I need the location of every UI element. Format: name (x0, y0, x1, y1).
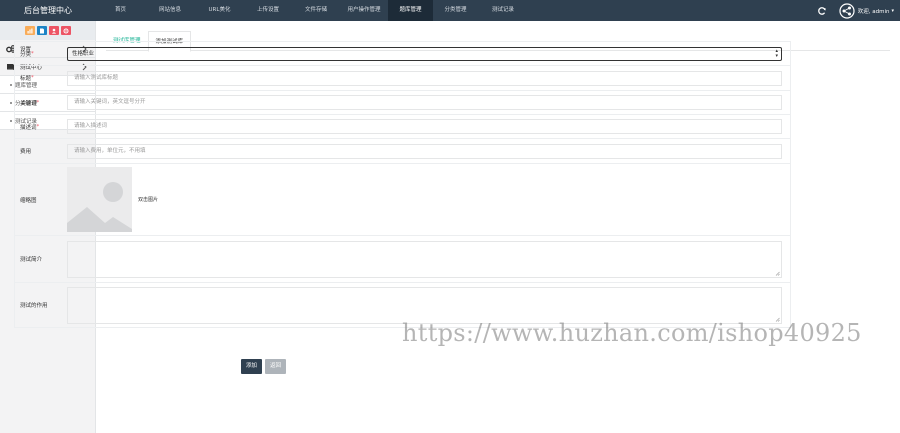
watermark-text: https://www.huzhan.com/ishop40925 (402, 319, 862, 347)
title-field: 请输入测试库标题 (67, 66, 790, 90)
intro-field (67, 236, 790, 282)
purpose-textarea[interactable] (67, 286, 782, 324)
description-field: 请输入描述词 (67, 115, 790, 138)
nav-item-file-storage[interactable]: 文件存储 (292, 0, 340, 21)
category-field: 性格职业 ▴ ▾ (67, 42, 790, 65)
keywords-label-text: 关键词 (20, 100, 37, 107)
bullet-icon (10, 83, 12, 86)
form-row-thumbnail: 缩略图 双击图片 (14, 164, 791, 236)
image-placeholder-icon (67, 167, 132, 232)
bullet-icon (10, 119, 12, 122)
quick-button-user[interactable] (48, 26, 59, 35)
nav-item-question-bank[interactable]: 题库管理 (388, 0, 433, 21)
category-label: 分类 * (15, 42, 67, 65)
user-area: 欢迎, admin ▾ (817, 0, 894, 21)
thumbnail-label: 缩略图 (20, 197, 37, 204)
thumbnail-placeholder[interactable] (67, 167, 132, 232)
quick-button-doc[interactable] (36, 26, 47, 35)
back-button[interactable]: 返回 (265, 359, 287, 374)
nav-item-test-records[interactable]: 测试记录 (478, 0, 528, 21)
category-label-text: 分类 (20, 51, 32, 58)
bullet-icon (10, 101, 12, 104)
intro-textarea[interactable] (67, 240, 782, 278)
keywords-input[interactable]: 请输入关键词，英文逗号分开 (67, 95, 782, 110)
nav-item-home[interactable]: 首页 (96, 0, 145, 21)
nav-item-url-rewrite[interactable]: URL美化 (195, 0, 244, 21)
nav-item-user-ops[interactable]: 用户操作管理 (340, 0, 388, 21)
nav-item-categories[interactable]: 分类管理 (433, 0, 478, 21)
add-button[interactable]: 添加 (241, 359, 263, 374)
category-select[interactable]: 性格职业 ▴ ▾ (67, 46, 782, 61)
required-mark: * (36, 99, 40, 106)
form-row-fee: 费用 请输入费用，单位元，不用填 (14, 139, 791, 164)
intro-label: 测试简介 (20, 257, 43, 263)
brand-title: 后台管理中心 (0, 0, 96, 21)
user-greeting[interactable]: 欢迎, admin (858, 7, 890, 15)
nav-item-site-info[interactable]: 网站信息 (145, 0, 195, 21)
keywords-label: 关键词 * (15, 91, 67, 114)
thumbnail-field: 双击图片 (67, 164, 790, 235)
pick-image-hint[interactable]: 双击图片 (138, 196, 158, 203)
user-caret-icon[interactable]: ▾ (891, 8, 894, 14)
resize-grip-icon[interactable] (775, 271, 780, 276)
nav-item-upload-settings[interactable]: 上传设置 (244, 0, 292, 21)
share-icon[interactable] (839, 2, 855, 19)
fee-label: 费用 (20, 149, 32, 155)
quick-button-chart[interactable] (24, 26, 35, 35)
title-label: 标题 * (15, 66, 67, 90)
fee-input[interactable]: 请输入费用，单位元，不用填 (67, 143, 782, 159)
description-input[interactable]: 请输入描述词 (67, 119, 782, 134)
user-icon (51, 28, 56, 34)
bar-chart-icon (27, 28, 32, 33)
file-icon (39, 28, 44, 33)
title-label-text: 标题 (20, 76, 32, 82)
category-select-value: 性格职业 (72, 50, 95, 57)
description-label-text: 描述词 (20, 124, 37, 131)
add-test-form: 分类 * 性格职业 ▴ ▾ 标题 * 请输入测试库标题 关键词 * 请输入关键词，英文逗… (14, 41, 791, 328)
form-row-intro: 测试简介 (14, 236, 791, 283)
keywords-field: 请输入关键词，英文逗号分开 (67, 91, 790, 114)
form-row-keywords: 关键词 * 请输入关键词，英文逗号分开 (14, 91, 791, 115)
select-arrows-icon: ▴ ▾ (775, 47, 778, 59)
purpose-label: 测试的作用 (20, 303, 48, 309)
fee-field: 请输入费用，单位元，不用填 (67, 139, 790, 163)
form-row-category: 分类 * 性格职业 ▴ ▾ (14, 42, 791, 66)
top-nav: 首页 网站信息 URL美化 上传设置 文件存储 用户操作管理 题库管理 分类管理… (96, 0, 528, 21)
thumbnail-wrap: 双击图片 (67, 167, 158, 232)
form-row-title: 标题 * 请输入测试库标题 (14, 66, 791, 91)
top-navbar: 后台管理中心 首页 网站信息 URL美化 上传设置 文件存储 用户操作管理 题库… (0, 0, 900, 21)
required-mark: * (36, 123, 40, 130)
required-mark: * (31, 50, 34, 57)
form-row-description: 描述词 * 请输入描述词 (14, 115, 791, 139)
refresh-icon[interactable] (817, 6, 827, 16)
quick-button-settings[interactable] (60, 26, 71, 35)
cog-icon (63, 28, 68, 33)
required-mark: * (31, 75, 34, 81)
form-actions: 添加 返回 (241, 359, 287, 374)
title-input[interactable]: 请输入测试库标题 (67, 70, 782, 86)
quick-buttons (0, 21, 95, 40)
description-label: 描述词 * (15, 115, 67, 138)
